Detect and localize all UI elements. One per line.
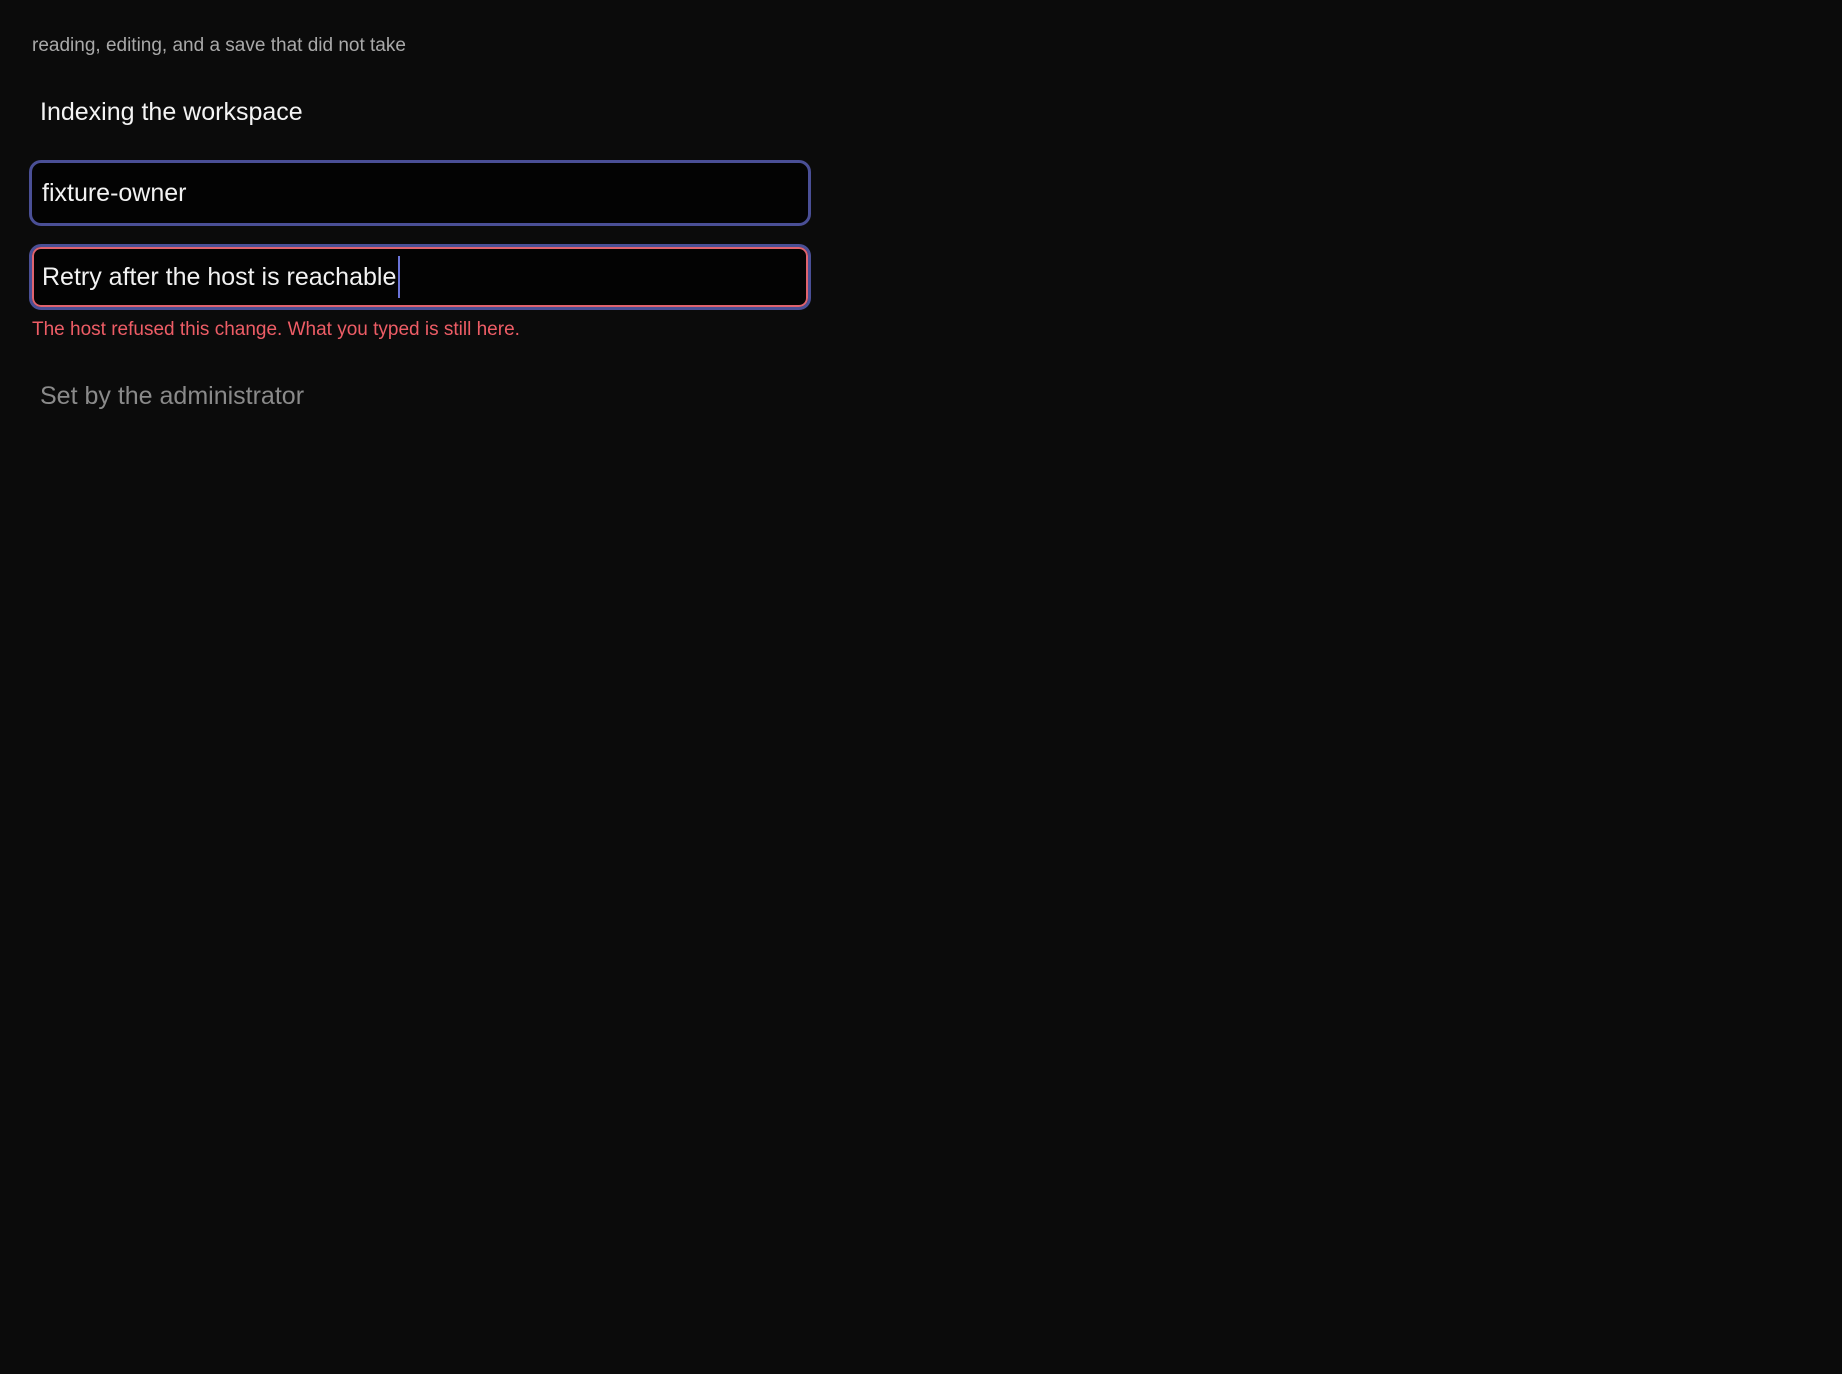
section-title: Indexing the workspace: [40, 98, 303, 126]
page-caption: reading, editing, and a save that did no…: [32, 35, 406, 56]
owner-field-value: fixture-owner: [42, 179, 187, 207]
note-field[interactable]: Retry after the host is reachable: [29, 244, 811, 310]
settings-page: reading, editing, and a save that did no…: [0, 0, 1842, 1374]
save-error-message: The host refused this change. What you t…: [32, 319, 520, 340]
text-caret: [398, 256, 401, 298]
owner-field[interactable]: fixture-owner: [29, 160, 811, 226]
readonly-value: Set by the administrator: [40, 382, 305, 410]
note-field-value: Retry after the host is reachable: [42, 263, 397, 291]
